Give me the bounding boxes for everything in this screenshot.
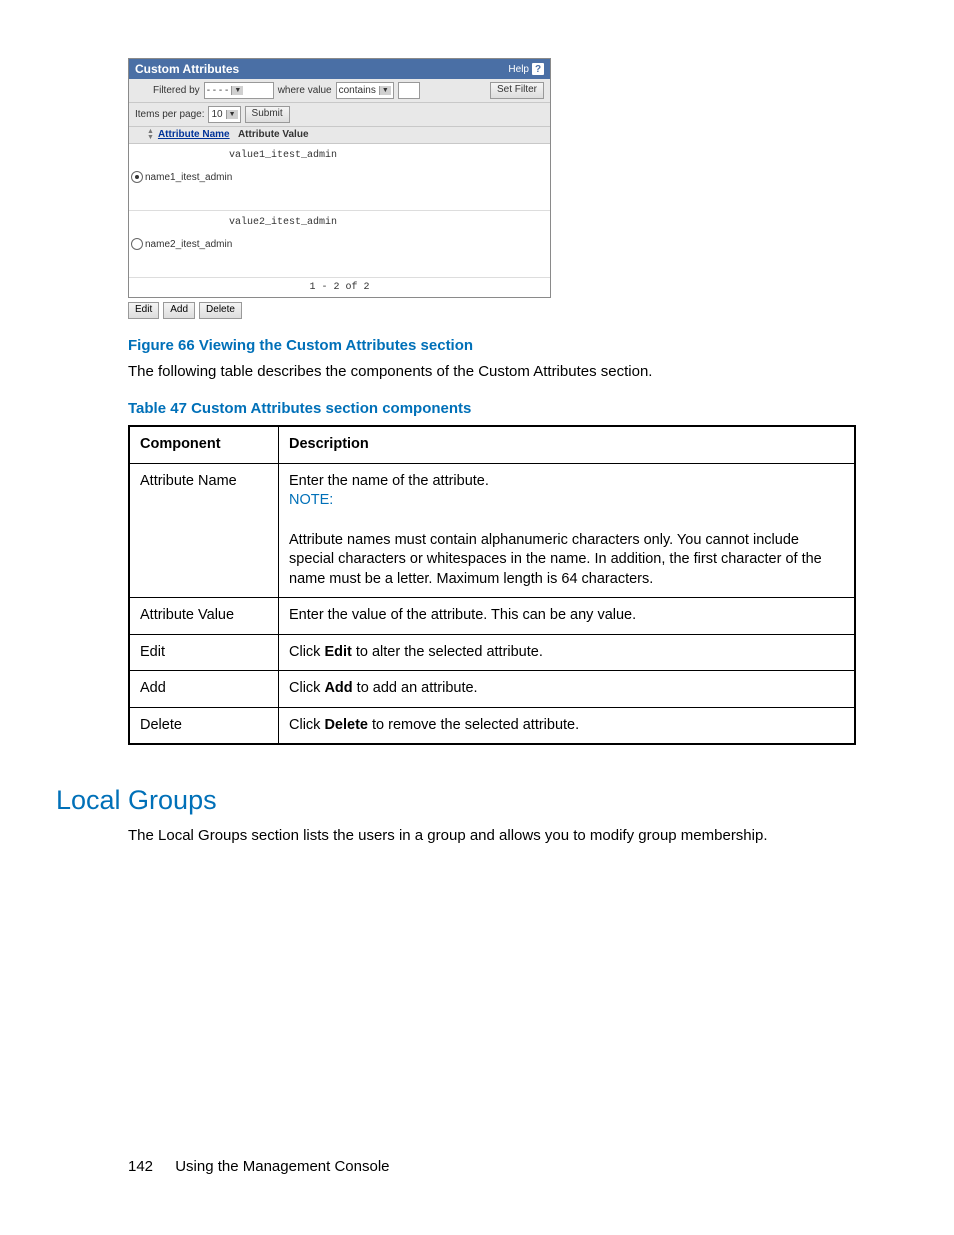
cell-component: Edit (129, 634, 279, 671)
edit-button[interactable]: Edit (128, 302, 159, 319)
filter-value-input[interactable] (398, 82, 420, 99)
set-filter-button[interactable]: Set Filter (490, 82, 544, 99)
table-header-row: Component Description (129, 426, 855, 463)
section-heading: Local Groups (56, 785, 856, 816)
components-table: Component Description Attribute Name Ent… (128, 425, 856, 745)
col-attribute-value: Attribute Value (238, 129, 309, 141)
cell-description: Enter the value of the attribute. This c… (279, 598, 856, 635)
th-component: Component (129, 426, 279, 463)
panel-title: Custom Attributes (135, 62, 239, 76)
cell-description: Click Delete to remove the selected attr… (279, 707, 856, 744)
cell-description: Click Add to add an attribute. (279, 671, 856, 708)
cell-component: Attribute Value (129, 598, 279, 635)
page-footer: 142 Using the Management Console (128, 1158, 390, 1175)
action-button-row: Edit Add Delete (128, 302, 856, 319)
row-radio[interactable] (131, 171, 143, 183)
paging-text: 1 - 2 of 2 (129, 278, 550, 297)
filter-bar: Filtered by - - - - ▼ where value contai… (129, 79, 550, 103)
figure-caption: Figure 66 Viewing the Custom Attributes … (128, 337, 856, 354)
table-row: Delete Click Delete to remove the select… (129, 707, 855, 744)
footer-title: Using the Management Console (175, 1158, 389, 1175)
cell-component: Add (129, 671, 279, 708)
table-row[interactable]: name1_itest_admin value1_itest_admin (129, 144, 550, 211)
row-radio[interactable] (131, 238, 143, 250)
section-text: The Local Groups section lists the users… (128, 826, 856, 846)
items-per-page-select[interactable]: 10 ▼ (208, 106, 240, 123)
table-row: Attribute Value Enter the value of the a… (129, 598, 855, 635)
filtered-by-label: Filtered by (153, 85, 200, 96)
add-button[interactable]: Add (163, 302, 195, 319)
table-row: Add Click Add to add an attribute. (129, 671, 855, 708)
chevron-down-icon: ▼ (226, 110, 238, 119)
cell-component: Delete (129, 707, 279, 744)
cell-attribute-name: name1_itest_admin (145, 144, 225, 210)
table-row: Attribute Name Enter the name of the att… (129, 463, 855, 597)
submit-button[interactable]: Submit (245, 106, 290, 123)
cell-attribute-name: name2_itest_admin (145, 211, 225, 277)
table-caption: Table 47 Custom Attributes section compo… (128, 400, 856, 417)
help-icon: ? (532, 63, 544, 75)
chevron-down-icon: ▼ (379, 86, 391, 95)
col-attribute-name[interactable]: Attribute Name (158, 129, 236, 141)
custom-attributes-panel: Custom Attributes Help ? Filtered by - -… (128, 58, 551, 298)
filter-op-select[interactable]: contains ▼ (336, 82, 394, 99)
column-header-row: ▲▼ Attribute Name Attribute Value (129, 127, 550, 144)
cell-description: Enter the name of the attribute. NOTE: A… (279, 463, 856, 597)
cell-description: Click Edit to alter the selected attribu… (279, 634, 856, 671)
table-row[interactable]: name2_itest_admin value2_itest_admin (129, 211, 550, 278)
sort-arrows-icon[interactable]: ▲▼ (147, 129, 156, 141)
panel-titlebar: Custom Attributes Help ? (129, 59, 550, 79)
items-per-page-label: Items per page: (135, 109, 204, 120)
help-link[interactable]: Help ? (508, 63, 544, 75)
note-label: NOTE: (289, 492, 333, 508)
cell-attribute-value: value1_itest_admin (225, 144, 550, 210)
where-value-label: where value (278, 85, 332, 96)
th-description: Description (279, 426, 856, 463)
cell-attribute-value: value2_itest_admin (225, 211, 550, 277)
delete-button[interactable]: Delete (199, 302, 242, 319)
table-row: Edit Click Edit to alter the selected at… (129, 634, 855, 671)
cell-component: Attribute Name (129, 463, 279, 597)
page-number: 142 (128, 1158, 153, 1175)
intro-text: The following table describes the compon… (128, 362, 856, 382)
filter-field-select[interactable]: - - - - ▼ (204, 82, 274, 99)
chevron-down-icon: ▼ (231, 86, 243, 95)
paging-bar: Items per page: 10 ▼ Submit (129, 103, 550, 127)
